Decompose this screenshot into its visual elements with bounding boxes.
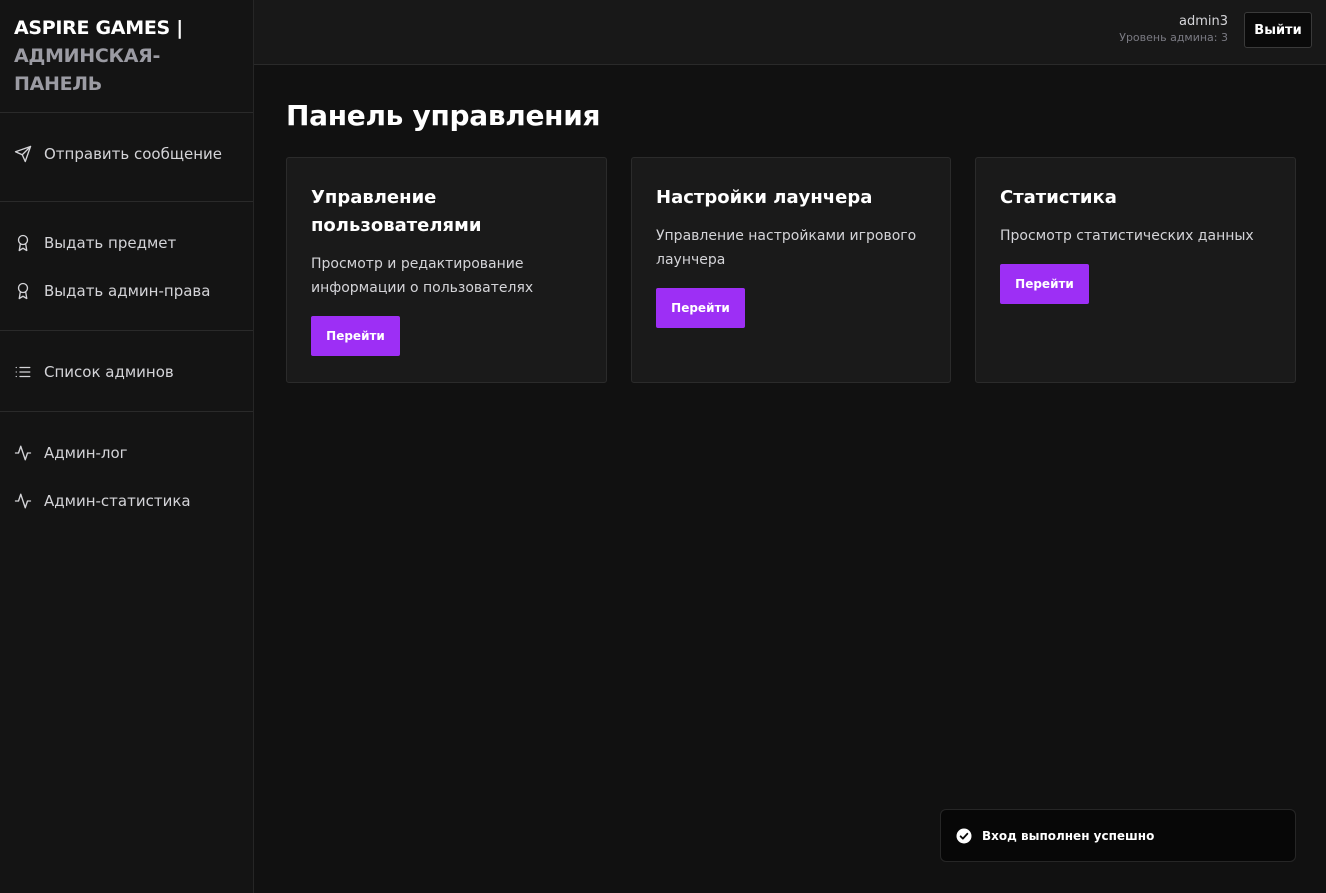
logout-button[interactable]: Выйти: [1244, 12, 1312, 48]
admin-level: Уровень админа: 3: [1119, 31, 1228, 44]
activity-icon: [14, 493, 32, 509]
sidebar-item-send-message[interactable]: Отправить сообщение: [0, 130, 253, 178]
sidebar-item-admin-stats[interactable]: Админ-статистика: [0, 477, 253, 525]
card-title: Управление пользователями: [311, 187, 482, 236]
sidebar-item-label: Список админов: [44, 363, 174, 381]
card-statistics: Статистика Просмотр статистических данны…: [975, 157, 1296, 383]
card-description: Просмотр статистических данных: [1000, 228, 1254, 244]
username: admin3: [1178, 14, 1228, 29]
brand-title: ASPIRE GAMES |: [14, 17, 183, 39]
award-icon: [17, 234, 29, 252]
go-button[interactable]: Перейти: [656, 288, 745, 328]
send-icon: [14, 145, 32, 163]
brand-subtitle: АДМИНСКАЯ-ПАНЕЛЬ: [14, 45, 161, 95]
sidebar: ASPIRE GAMES | АДМИНСКАЯ-ПАНЕЛЬ Отправит…: [0, 0, 254, 893]
top-header: admin3 Уровень админа: 3 Выйти: [254, 0, 1326, 65]
card-title: Настройки лаунчера: [656, 187, 873, 208]
card-user-management: Управление пользователями Просмотр и ред…: [286, 157, 607, 383]
toast-message: Вход выполнен успешно: [982, 828, 1155, 843]
sidebar-item-admin-list[interactable]: Список админов: [0, 348, 253, 396]
nav-group-logs: Админ-лог Админ-статистика: [0, 412, 253, 525]
page-title: Панель управления: [286, 99, 601, 132]
main-content: Панель управления Управление пользовател…: [254, 65, 1326, 893]
user-info: admin3 Уровень админа: 3: [1119, 14, 1228, 46]
sidebar-item-label: Админ-лог: [44, 444, 128, 462]
go-button[interactable]: Перейти: [311, 316, 400, 356]
sidebar-item-label: Админ-статистика: [44, 492, 191, 510]
sidebar-item-label: Выдать предмет: [44, 234, 177, 252]
nav-group-admins: Список админов: [0, 331, 253, 412]
sidebar-item-label: Отправить сообщение: [44, 145, 222, 163]
sidebar-item-give-item[interactable]: Выдать предмет: [0, 219, 253, 267]
activity-icon: [14, 445, 32, 461]
list-icon: [15, 366, 31, 378]
sidebar-item-label: Выдать админ-права: [44, 282, 211, 300]
nav-group-give: Выдать предмет Выдать админ-права: [0, 202, 253, 331]
brand-logo: ASPIRE GAMES | АДМИНСКАЯ-ПАНЕЛЬ: [0, 0, 253, 113]
nav-group-messages: Отправить сообщение: [0, 113, 253, 202]
card-launcher-settings: Настройки лаунчера Управление настройкам…: [631, 157, 951, 383]
award-icon: [17, 282, 29, 300]
card-title: Статистика: [1000, 187, 1117, 208]
app: ASPIRE GAMES | АДМИНСКАЯ-ПАНЕЛЬ Отправит…: [0, 0, 1326, 893]
card-description: Управление настройками игрового лаунчера: [656, 228, 917, 268]
go-button[interactable]: Перейти: [1000, 264, 1089, 304]
toast-notification: Вход выполнен успешно: [940, 809, 1296, 862]
check-circle-icon: [956, 828, 972, 843]
card-description: Просмотр и редактирование информации о п…: [311, 256, 534, 296]
sidebar-item-admin-log[interactable]: Админ-лог: [0, 429, 253, 477]
sidebar-item-give-admin-rights[interactable]: Выдать админ-права: [0, 267, 253, 315]
